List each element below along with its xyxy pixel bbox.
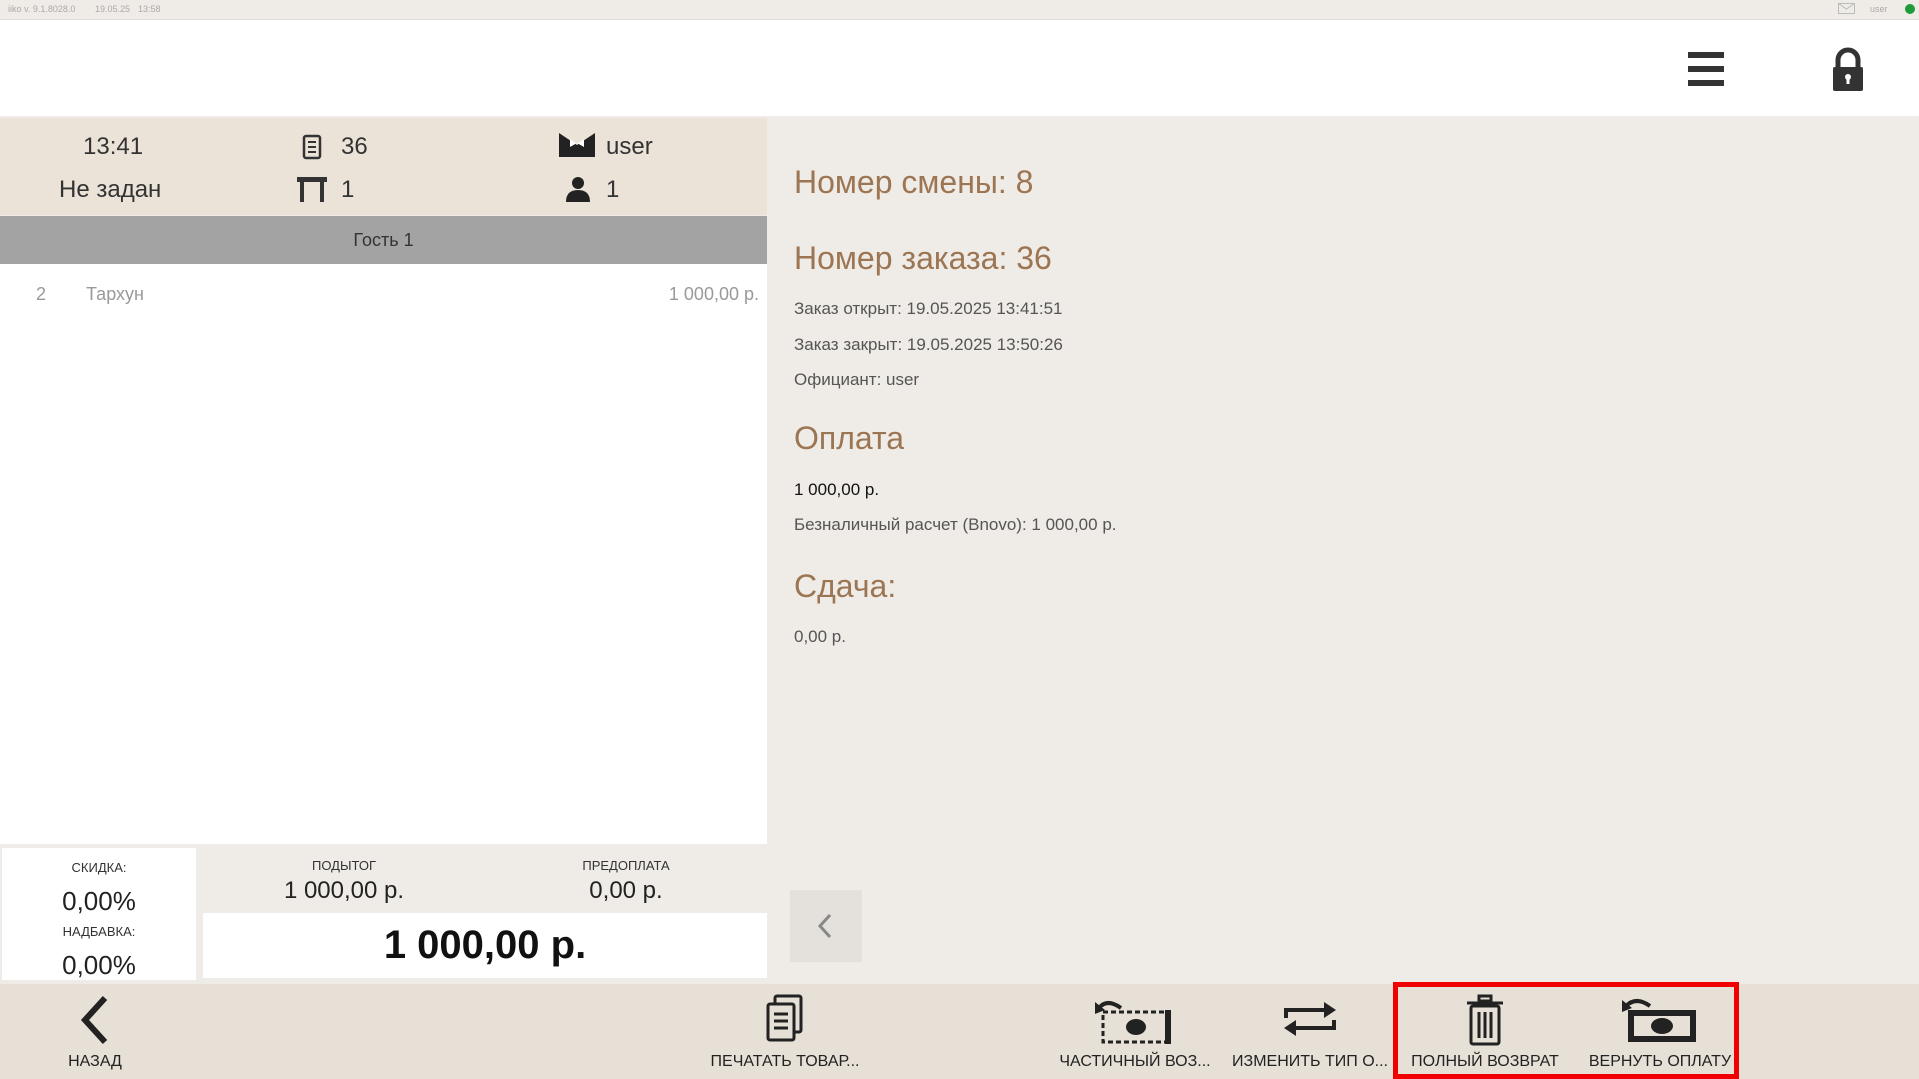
lock-icon[interactable] — [1830, 46, 1866, 94]
chevron-left-icon — [80, 995, 108, 1045]
full-refund-label: ПОЛНЫЙ ВОЗВРАТ — [1411, 1053, 1559, 1070]
guests-count: 1 — [606, 176, 620, 203]
change-payment-type-button[interactable]: ИЗМЕНИТЬ ТИП О... — [1230, 984, 1390, 1079]
order-closed: Заказ закрыт: 19.05.2025 13:50:26 — [794, 335, 1063, 354]
list-item[interactable]: 2 Тархун 1 000,00 р. — [0, 270, 767, 316]
change-payment-type-label: ИЗМЕНИТЬ ТИП О... — [1232, 1053, 1388, 1070]
mail-icon[interactable] — [1838, 3, 1855, 14]
partial-refund-label: ЧАСТИЧНЫЙ ВОЗ... — [1059, 1053, 1211, 1070]
order-waiter: Официант: user — [794, 370, 920, 389]
header — [0, 20, 1919, 116]
table-icon — [297, 177, 327, 202]
prepay-label: ПРЕДОПЛАТА — [582, 858, 670, 873]
status-bar: iiko v. 9.1.8028.0 19.05.25 13:58 user — [0, 0, 1919, 20]
change-value: 0,00 р. — [794, 627, 846, 646]
connection-status-dot — [1905, 4, 1915, 14]
receipt-icon — [302, 134, 322, 160]
discount-label: СКИДКА: — [71, 860, 127, 875]
collapse-panel-button[interactable] — [790, 890, 862, 962]
prepay-value: 0,00 р. — [589, 877, 663, 904]
totals-panel: СКИДКА: 0,00% НАДБАВКА: 0,00% ПОДЫТОГ 1 … — [0, 844, 767, 984]
status-user: user — [1870, 4, 1888, 14]
item-quantity: 2 — [36, 284, 47, 304]
order-items-list: 2 Тархун 1 000,00 р. — [0, 264, 767, 844]
total-value: 1 000,00 р. — [383, 923, 587, 967]
print-items-label: ПЕЧАТАТЬ ТОВАР... — [710, 1053, 860, 1070]
waiter-name: user — [606, 133, 653, 160]
return-money-icon — [1622, 999, 1696, 1042]
payment-method: Безналичный расчет (Bnovo): 1 000,00 р. — [794, 515, 1117, 534]
return-payment-button[interactable]: ВЕРНУТЬ ОПЛАТУ — [1580, 984, 1740, 1079]
guest-label: Гость 1 — [353, 230, 414, 250]
order-time: 13:41 — [83, 133, 144, 160]
subtotal-value: 1 000,00 р. — [283, 877, 405, 904]
partial-refund-button[interactable]: ЧАСТИЧНЫЙ ВОЗ... — [1055, 984, 1215, 1079]
full-refund-button[interactable]: ПОЛНЫЙ ВОЗВРАТ — [1405, 984, 1565, 1079]
waiter-icon — [559, 133, 595, 157]
guest-icon — [566, 177, 590, 202]
surcharge-label: НАДБАВКА: — [62, 924, 136, 939]
table-status: Не задан — [59, 176, 162, 203]
status-date: 19.05.25 — [95, 4, 131, 14]
bottom-toolbar: НАЗАД ПЕЧАТАТЬ ТОВАР... ЧАСТИЧНЫЙ ВОЗ... — [0, 984, 1919, 1079]
return-payment-label: ВЕРНУТЬ ОПЛАТУ — [1588, 1053, 1732, 1070]
discount-value: 0,00% — [62, 886, 136, 916]
table-count: 1 — [341, 176, 355, 203]
order-number-title: Номер заказа: 36 — [794, 240, 1052, 276]
back-button[interactable]: НАЗАД — [40, 984, 150, 1079]
change-title: Сдача: — [794, 568, 897, 604]
print-items-button[interactable]: ПЕЧАТАТЬ ТОВАР... — [700, 984, 870, 1079]
back-label: НАЗАД — [68, 1053, 122, 1070]
status-time: 13:58 — [138, 4, 161, 14]
item-price: 1 000,00 р. — [668, 284, 759, 304]
order-number: 36 — [341, 133, 368, 160]
surcharge-value: 0,00% — [62, 950, 136, 980]
payment-amount: 1 000,00 р. — [794, 480, 880, 499]
order-opened: Заказ открыт: 19.05.2025 13:41:51 — [794, 299, 1063, 318]
swap-arrows-icon — [1284, 1002, 1336, 1036]
trash-icon — [1467, 994, 1503, 1046]
subtotal-label: ПОДЫТОГ — [312, 858, 376, 873]
partial-refund-icon — [1095, 1001, 1171, 1044]
order-info-panel: 13:41 36 user Не задан 1 1 — [0, 118, 767, 215]
chevron-left-icon — [817, 913, 832, 939]
app-version: iiko v. 9.1.8028.0 — [8, 4, 76, 14]
hamburger-icon[interactable] — [1682, 46, 1730, 94]
payment-title: Оплата — [794, 420, 905, 456]
grand-total: 1 000,00 р. — [203, 913, 767, 978]
item-name: Тархун — [86, 284, 144, 304]
guest-header[interactable]: Гость 1 — [0, 216, 767, 264]
shift-number: Номер смены: 8 — [794, 164, 1034, 200]
discount-box[interactable]: СКИДКА: 0,00% НАДБАВКА: 0,00% — [2, 848, 196, 980]
print-document-icon — [766, 994, 803, 1042]
order-details-panel: Номер смены: 8 Номер заказа: 36 Заказ от… — [767, 118, 1919, 984]
